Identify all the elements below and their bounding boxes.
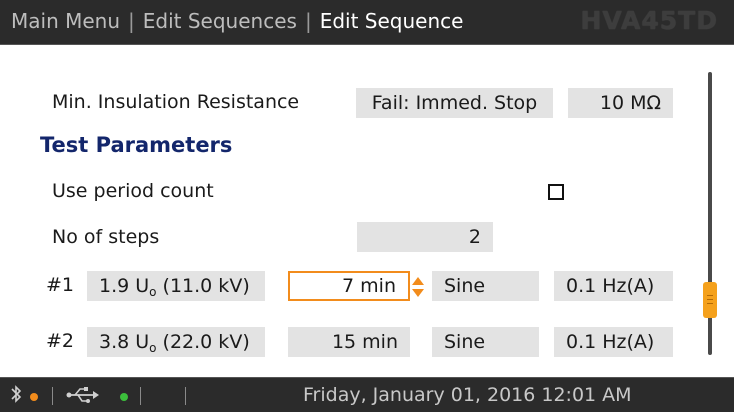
status-bar: Friday, January 01, 2016 12:01 AM xyxy=(0,377,734,412)
step-waveform-field[interactable]: Sine xyxy=(432,271,539,301)
use-period-count-label: Use period count xyxy=(52,180,214,202)
test-parameters-heading: Test Parameters xyxy=(40,133,233,157)
duration-spinner[interactable] xyxy=(411,277,425,299)
usb-icon xyxy=(66,386,100,409)
status-separator xyxy=(52,387,53,405)
status-separator xyxy=(185,387,186,405)
step-index-label: #1 xyxy=(46,274,75,296)
insulation-resistance-label: Min. Insulation Resistance xyxy=(52,91,300,113)
scroll-grip-line xyxy=(707,295,713,296)
step-frequency-field[interactable]: 0.1 Hz(A) xyxy=(554,271,673,301)
status-datetime: Friday, January 01, 2016 12:01 AM xyxy=(303,384,632,406)
device-model-logo: HVA45TD xyxy=(580,6,718,35)
step-voltage-field[interactable]: 3.8 Uo (22.0 kV) xyxy=(87,327,265,357)
step-index-label: #2 xyxy=(46,330,75,352)
bluetooth-icon xyxy=(10,384,22,409)
step-voltage-subscript: o xyxy=(149,285,157,299)
breadcrumb-edit-sequences[interactable]: Edit Sequences xyxy=(143,9,297,33)
step-waveform-field[interactable]: Sine xyxy=(432,327,539,357)
insulation-action-field[interactable]: Fail: Immed. Stop xyxy=(356,88,553,118)
breadcrumb-main-menu[interactable]: Main Menu xyxy=(11,9,120,33)
steps-count-label: No of steps xyxy=(52,226,160,248)
step-duration-field[interactable]: 7 min xyxy=(288,271,410,301)
breadcrumb: Main Menu | Edit Sequences | Edit Sequence xyxy=(11,9,463,33)
scroll-grip-line xyxy=(707,303,713,304)
bluetooth-status-dot xyxy=(30,393,38,401)
step-voltage-kv: (11.0 kV) xyxy=(156,275,250,297)
step-voltage-subscript: o xyxy=(149,341,157,355)
spin-down-icon[interactable] xyxy=(412,289,424,297)
insulation-value-field[interactable]: 10 MΩ xyxy=(568,88,673,118)
breadcrumb-edit-sequence: Edit Sequence xyxy=(319,9,464,33)
spin-up-icon[interactable] xyxy=(412,277,424,285)
step-duration-field[interactable]: 15 min xyxy=(288,327,410,357)
use-period-count-checkbox[interactable] xyxy=(548,184,564,200)
title-bar: Main Menu | Edit Sequences | Edit Sequence H… xyxy=(0,0,734,45)
scroll-grip-line xyxy=(707,299,713,300)
step-frequency-field[interactable]: 0.1 Hz(A) xyxy=(554,327,673,357)
scrollbar-thumb[interactable] xyxy=(703,282,717,318)
steps-count-field[interactable]: 2 xyxy=(357,222,493,252)
step-voltage-field[interactable]: 1.9 Uo (11.0 kV) xyxy=(87,271,265,301)
edit-sequence-screen: Main Menu | Edit Sequences | Edit Sequence H… xyxy=(0,0,734,412)
breadcrumb-separator: | xyxy=(128,9,135,33)
step-voltage-factor: 1.9 U xyxy=(99,275,150,297)
usb-status-dot xyxy=(120,393,128,401)
main-content: Min. Insulation Resistance Fail: Immed. … xyxy=(0,45,734,377)
status-separator xyxy=(140,387,141,405)
step-voltage-factor: 3.8 U xyxy=(99,331,150,353)
step-voltage-kv: (22.0 kV) xyxy=(156,331,250,353)
breadcrumb-separator: | xyxy=(304,9,312,33)
